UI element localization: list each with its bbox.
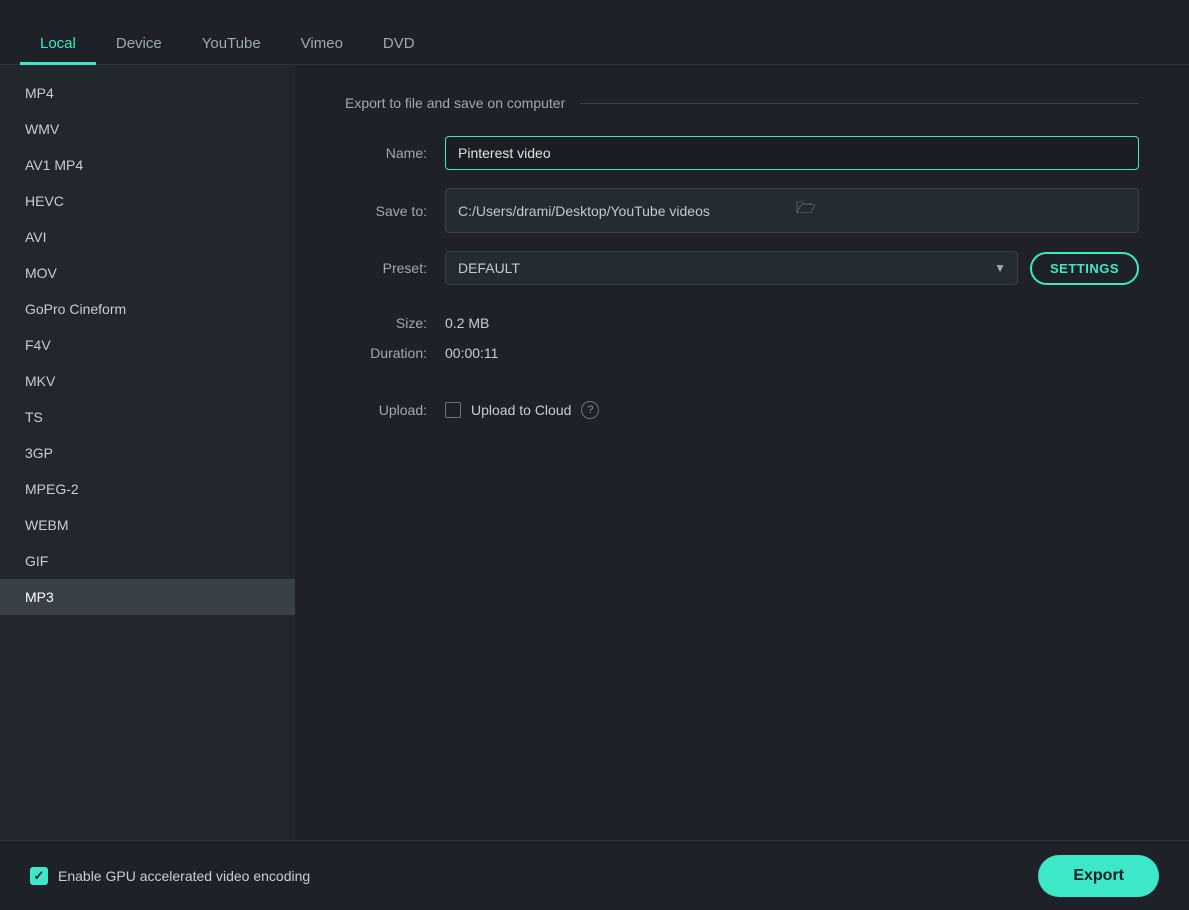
tab-vimeo[interactable]: Vimeo xyxy=(281,25,363,65)
folder-icon[interactable]: 🗁 xyxy=(796,197,1126,224)
tab-device[interactable]: Device xyxy=(96,25,182,65)
sidebar-item-av1mp4[interactable]: AV1 MP4 xyxy=(0,147,295,183)
name-input[interactable] xyxy=(445,136,1139,170)
sidebar-item-ts[interactable]: TS xyxy=(0,399,295,435)
size-label: Size: xyxy=(345,315,445,331)
sidebar-item-3gp[interactable]: 3GP xyxy=(0,435,295,471)
preset-row: Preset: DEFAULT HIGH QUALITY LOW QUALITY… xyxy=(345,251,1139,285)
upload-label: Upload: xyxy=(345,402,445,418)
tab-youtube[interactable]: YouTube xyxy=(182,25,281,65)
name-label: Name: xyxy=(345,145,445,161)
export-button[interactable]: Export xyxy=(1038,855,1159,897)
tab-local[interactable]: Local xyxy=(20,25,96,65)
sidebar-item-mp3[interactable]: MP3 xyxy=(0,579,295,615)
help-icon[interactable]: ? xyxy=(581,401,599,419)
upload-to-cloud-checkbox[interactable] xyxy=(445,402,461,418)
sidebar-item-mp4[interactable]: MP4 xyxy=(0,75,295,111)
gpu-label: Enable GPU accelerated video encoding xyxy=(58,868,310,884)
sidebar-item-webm[interactable]: WEBM xyxy=(0,507,295,543)
sidebar-item-avi[interactable]: AVI xyxy=(0,219,295,255)
duration-value: 00:00:11 xyxy=(445,345,498,361)
upload-to-cloud-label[interactable]: Upload to Cloud xyxy=(471,402,571,418)
gpu-checkbox-area: Enable GPU accelerated video encoding xyxy=(30,867,310,885)
save-to-path[interactable]: C:/Users/drami/Desktop/YouTube videos 🗁 xyxy=(445,188,1139,233)
sidebar-item-f4v[interactable]: F4V xyxy=(0,327,295,363)
duration-row: Duration: 00:00:11 xyxy=(345,345,1139,361)
settings-button[interactable]: SETTINGS xyxy=(1030,252,1139,285)
sidebar-item-gif[interactable]: GIF xyxy=(0,543,295,579)
sidebar-item-gopro[interactable]: GoPro Cineform xyxy=(0,291,295,327)
sidebar-item-mkv[interactable]: MKV xyxy=(0,363,295,399)
preset-select[interactable]: DEFAULT HIGH QUALITY LOW QUALITY CUSTOM xyxy=(445,251,1018,285)
bottom-bar: Enable GPU accelerated video encoding Ex… xyxy=(0,840,1189,910)
upload-row: Upload: Upload to Cloud ? xyxy=(345,401,1139,419)
upload-checkbox-area: Upload to Cloud ? xyxy=(445,401,599,419)
sidebar: MP4 WMV AV1 MP4 HEVC AVI MOV GoPro Cinef… xyxy=(0,65,295,840)
content-area: Export to file and save on computer Name… xyxy=(295,65,1189,840)
save-to-path-text: C:/Users/drami/Desktop/YouTube videos xyxy=(458,203,788,219)
sidebar-item-wmv[interactable]: WMV xyxy=(0,111,295,147)
preset-select-wrapper: DEFAULT HIGH QUALITY LOW QUALITY CUSTOM … xyxy=(445,251,1018,285)
preset-label: Preset: xyxy=(345,260,445,276)
name-row: Name: xyxy=(345,136,1139,170)
gpu-checkbox[interactable] xyxy=(30,867,48,885)
save-to-label: Save to: xyxy=(345,203,445,219)
main-layout: MP4 WMV AV1 MP4 HEVC AVI MOV GoPro Cinef… xyxy=(0,65,1189,840)
save-to-row: Save to: C:/Users/drami/Desktop/YouTube … xyxy=(345,188,1139,233)
preset-wrapper: DEFAULT HIGH QUALITY LOW QUALITY CUSTOM … xyxy=(445,251,1139,285)
size-row: Size: 0.2 MB xyxy=(345,315,1139,331)
sidebar-item-mov[interactable]: MOV xyxy=(0,255,295,291)
sidebar-item-hevc[interactable]: HEVC xyxy=(0,183,295,219)
duration-label: Duration: xyxy=(345,345,445,361)
tab-dvd[interactable]: DVD xyxy=(363,25,435,65)
top-nav: Local Device YouTube Vimeo DVD xyxy=(0,0,1189,65)
sidebar-item-mpeg2[interactable]: MPEG-2 xyxy=(0,471,295,507)
section-title: Export to file and save on computer xyxy=(345,95,1139,111)
size-value: 0.2 MB xyxy=(445,315,489,331)
